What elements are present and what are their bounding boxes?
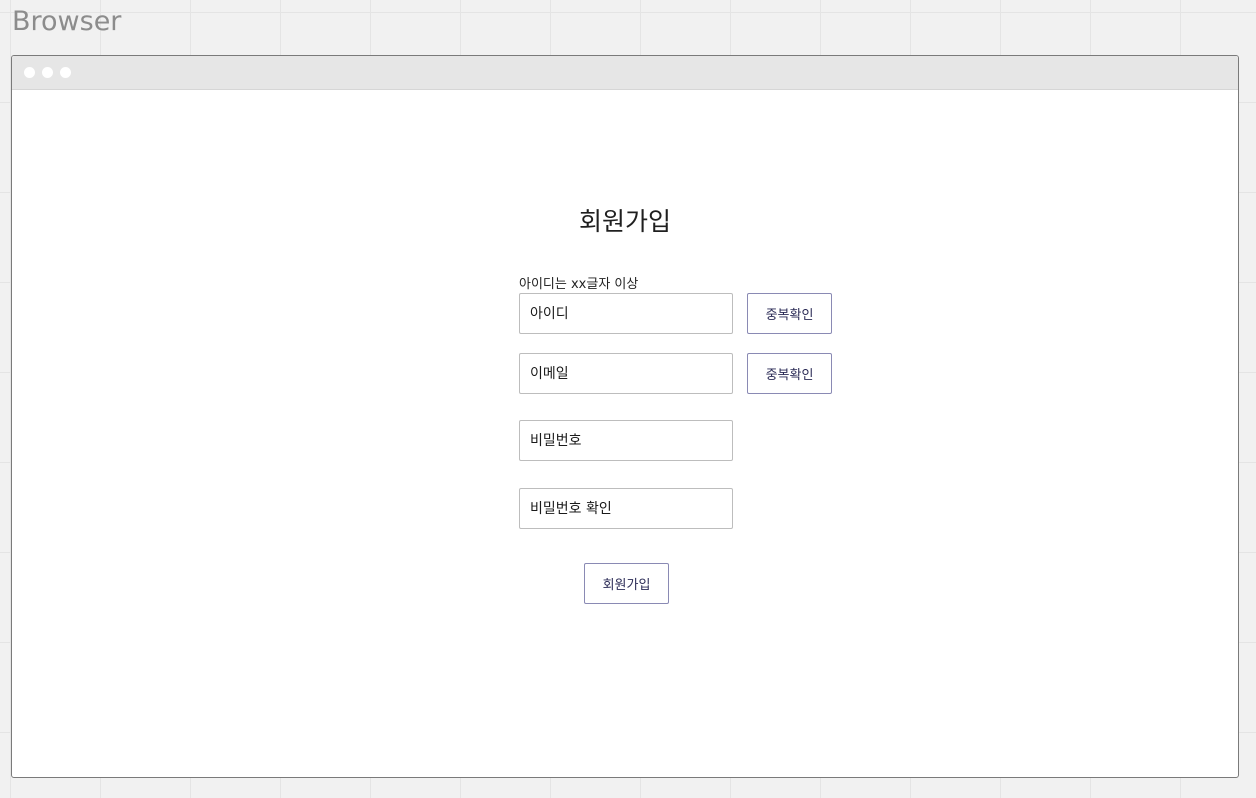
page-title: 회원가입: [579, 207, 672, 236]
browser-window: 회원가입 아이디는 xx글자 이상 중복확인 중복확인 회원가입: [11, 55, 1239, 778]
signup-button[interactable]: 회원가입: [584, 563, 669, 604]
check-email-duplicate-button[interactable]: 중복확인: [747, 353, 832, 394]
browser-title-bar: [12, 56, 1238, 90]
window-dot-icon: [42, 67, 53, 78]
password-input[interactable]: [519, 420, 733, 461]
id-input[interactable]: [519, 293, 733, 334]
password-confirm-input[interactable]: [519, 488, 733, 529]
window-dot-icon: [60, 67, 71, 78]
window-dot-icon: [24, 67, 35, 78]
email-input[interactable]: [519, 353, 733, 394]
frame-label: Browser: [12, 6, 122, 37]
check-id-duplicate-button[interactable]: 중복확인: [747, 293, 832, 334]
id-helper-text: 아이디는 xx글자 이상: [519, 277, 639, 292]
